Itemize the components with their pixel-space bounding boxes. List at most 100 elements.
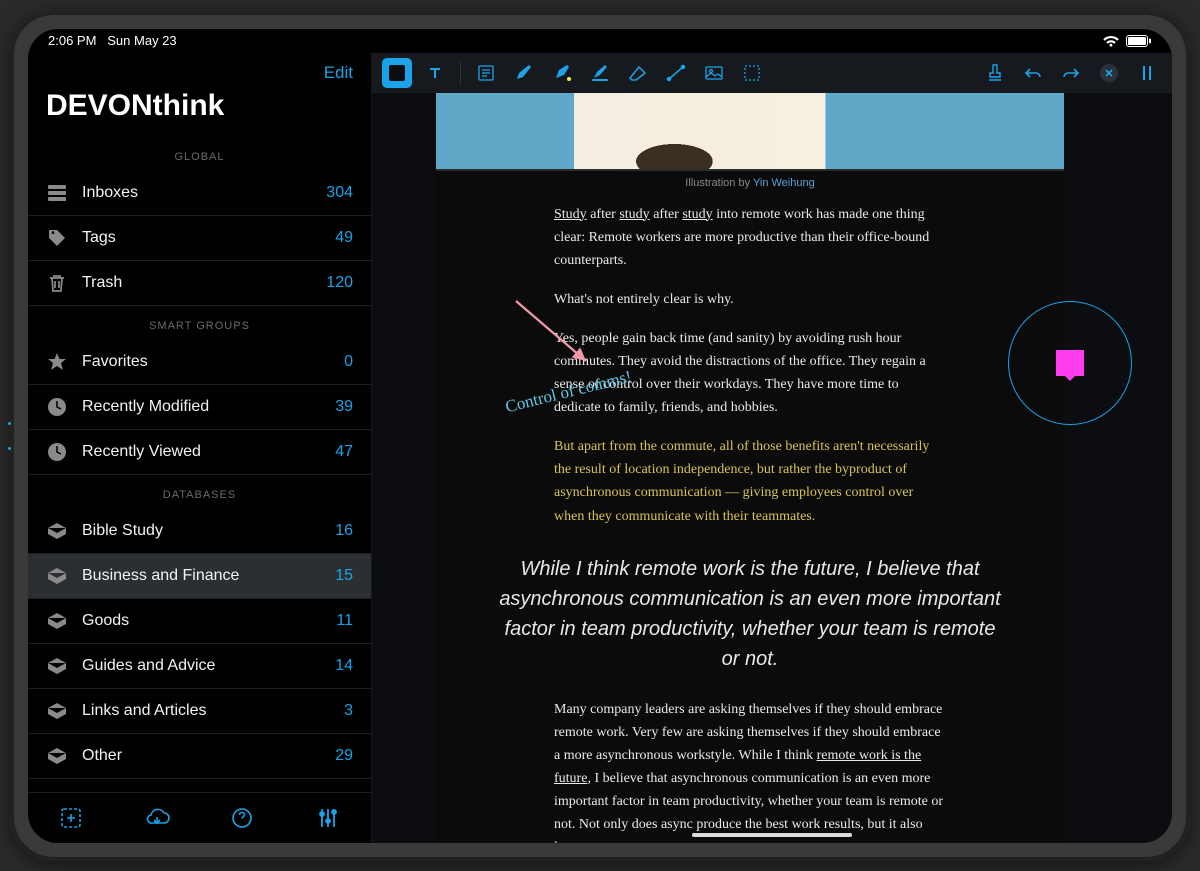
document-viewer[interactable]: Illustration by Yin Weihung Study after … bbox=[372, 93, 1172, 843]
sidebar-item-inboxes[interactable]: Inboxes 304 bbox=[28, 171, 371, 216]
sidebar-item-goods[interactable]: Goods 11 bbox=[28, 599, 371, 644]
item-count: 11 bbox=[336, 612, 353, 630]
item-count: 29 bbox=[335, 747, 353, 765]
sidebar-item-label: Other bbox=[82, 747, 321, 765]
selection-tool[interactable] bbox=[737, 58, 767, 88]
sidebar-item-label: Favorites bbox=[82, 353, 330, 371]
link[interactable]: study bbox=[682, 207, 712, 222]
highlighted-paragraph: But apart from the commute, all of those… bbox=[554, 435, 944, 527]
stamp-tool[interactable] bbox=[980, 58, 1010, 88]
item-count: 304 bbox=[326, 184, 353, 202]
sync-button[interactable] bbox=[144, 805, 170, 831]
app-title: DEVONthink bbox=[28, 89, 371, 137]
sidebar-item-label: Inboxes bbox=[82, 184, 312, 202]
sidebar-item-label: Trash bbox=[82, 274, 312, 292]
link[interactable]: Study bbox=[554, 207, 587, 222]
sidebar-item-recently-viewed[interactable]: Recently Viewed 47 bbox=[28, 430, 371, 475]
text-tool[interactable] bbox=[420, 58, 450, 88]
separator bbox=[460, 62, 461, 84]
item-count: 16 bbox=[335, 522, 353, 540]
sidebar-bottom-toolbar bbox=[28, 792, 371, 843]
database-icon bbox=[46, 655, 68, 677]
undo-button[interactable] bbox=[1018, 58, 1048, 88]
item-count: 49 bbox=[335, 229, 353, 247]
section-header-smart: SMART GROUPS bbox=[28, 306, 371, 340]
annotation-toolbar: A bbox=[372, 53, 1172, 93]
sidebar-item-trash[interactable]: Trash 120 bbox=[28, 261, 371, 306]
line-tool[interactable] bbox=[661, 58, 691, 88]
sidebar-item-bible-study[interactable]: Bible Study 16 bbox=[28, 509, 371, 554]
edit-button[interactable]: Edit bbox=[324, 63, 353, 83]
sticky-note-icon[interactable] bbox=[1056, 350, 1084, 376]
circle-annotation[interactable] bbox=[1008, 301, 1132, 425]
sidebar-item-links-articles[interactable]: Links and Articles 3 bbox=[28, 689, 371, 734]
sidebar-item-other[interactable]: Other 29 bbox=[28, 734, 371, 779]
database-icon bbox=[46, 610, 68, 632]
ipad-device-frame: 2:06 PM Sun May 23 Edit DEVONthink bbox=[10, 11, 1190, 861]
link[interactable]: study bbox=[619, 207, 649, 222]
trash-icon bbox=[46, 272, 68, 294]
home-indicator[interactable] bbox=[692, 833, 852, 837]
database-icon bbox=[46, 520, 68, 542]
sidebar-item-guides-advice[interactable]: Guides and Advice 14 bbox=[28, 644, 371, 689]
highlighter-tool[interactable] bbox=[547, 58, 577, 88]
section-header-databases: DATABASES bbox=[28, 475, 371, 509]
sidebar-item-label: Goods bbox=[82, 612, 322, 630]
item-count: 120 bbox=[326, 274, 353, 292]
sidebar-item-business-finance[interactable]: Business and Finance 15 bbox=[28, 554, 371, 599]
item-count: 47 bbox=[335, 443, 353, 461]
pull-quote: While I think remote work is the future,… bbox=[436, 544, 1064, 698]
paragraph: Many company leaders are asking themselv… bbox=[554, 698, 944, 843]
sidebar-item-label: Links and Articles bbox=[82, 702, 330, 720]
battery-icon bbox=[1126, 35, 1152, 47]
credit-link[interactable]: Yin Weihung bbox=[753, 177, 815, 189]
sidebar: Edit DEVONthink GLOBAL Inboxes 304 bbox=[28, 53, 372, 843]
note-tool[interactable] bbox=[471, 58, 501, 88]
screen: 2:06 PM Sun May 23 Edit DEVONthink bbox=[28, 29, 1172, 843]
status-right bbox=[1102, 34, 1152, 48]
hero-illustration bbox=[436, 93, 1064, 171]
star-icon bbox=[46, 351, 68, 373]
settings-button[interactable] bbox=[315, 805, 341, 831]
clock-icon bbox=[46, 441, 68, 463]
database-icon bbox=[46, 700, 68, 722]
sidebar-item-label: Tags bbox=[82, 229, 321, 247]
item-count: 15 bbox=[335, 567, 353, 585]
status-left: 2:06 PM Sun May 23 bbox=[48, 33, 177, 48]
redo-button[interactable] bbox=[1056, 58, 1086, 88]
close-button[interactable] bbox=[1094, 58, 1124, 88]
main-content: A bbox=[372, 53, 1172, 843]
sidebar-item-tags[interactable]: Tags 49 bbox=[28, 216, 371, 261]
status-time: 2:06 PM bbox=[48, 33, 96, 48]
tag-icon bbox=[46, 227, 68, 249]
image-tool[interactable] bbox=[699, 58, 729, 88]
database-icon bbox=[46, 745, 68, 767]
text-box-tool[interactable]: A bbox=[382, 58, 412, 88]
database-icon bbox=[46, 565, 68, 587]
sidebar-item-favorites[interactable]: Favorites 0 bbox=[28, 340, 371, 385]
inbox-icon bbox=[46, 182, 68, 204]
document-page: Illustration by Yin Weihung Study after … bbox=[436, 93, 1064, 843]
item-count: 0 bbox=[344, 353, 353, 371]
sidebar-item-label: Bible Study bbox=[82, 522, 321, 540]
eraser-tool[interactable] bbox=[623, 58, 653, 88]
sidebar-item-label: Business and Finance bbox=[82, 567, 321, 585]
status-date: Sun May 23 bbox=[107, 33, 176, 48]
svg-text:A: A bbox=[393, 68, 401, 80]
help-button[interactable] bbox=[229, 805, 255, 831]
item-count: 3 bbox=[344, 702, 353, 720]
section-header-global: GLOBAL bbox=[28, 137, 371, 171]
item-count: 39 bbox=[335, 398, 353, 416]
paragraph: What's not entirely clear is why. bbox=[554, 288, 944, 311]
marker-tool[interactable] bbox=[585, 58, 615, 88]
illustration-credit: Illustration by Yin Weihung bbox=[436, 171, 1064, 203]
paragraph: Study after study after study into remot… bbox=[554, 203, 944, 272]
collapse-button[interactable] bbox=[1132, 58, 1162, 88]
new-item-button[interactable] bbox=[58, 805, 84, 831]
item-count: 14 bbox=[335, 657, 353, 675]
status-bar: 2:06 PM Sun May 23 bbox=[28, 29, 1172, 53]
clock-icon bbox=[46, 396, 68, 418]
pen-tool[interactable] bbox=[509, 58, 539, 88]
sidebar-item-recently-modified[interactable]: Recently Modified 39 bbox=[28, 385, 371, 430]
sidebar-item-label: Recently Viewed bbox=[82, 443, 321, 461]
